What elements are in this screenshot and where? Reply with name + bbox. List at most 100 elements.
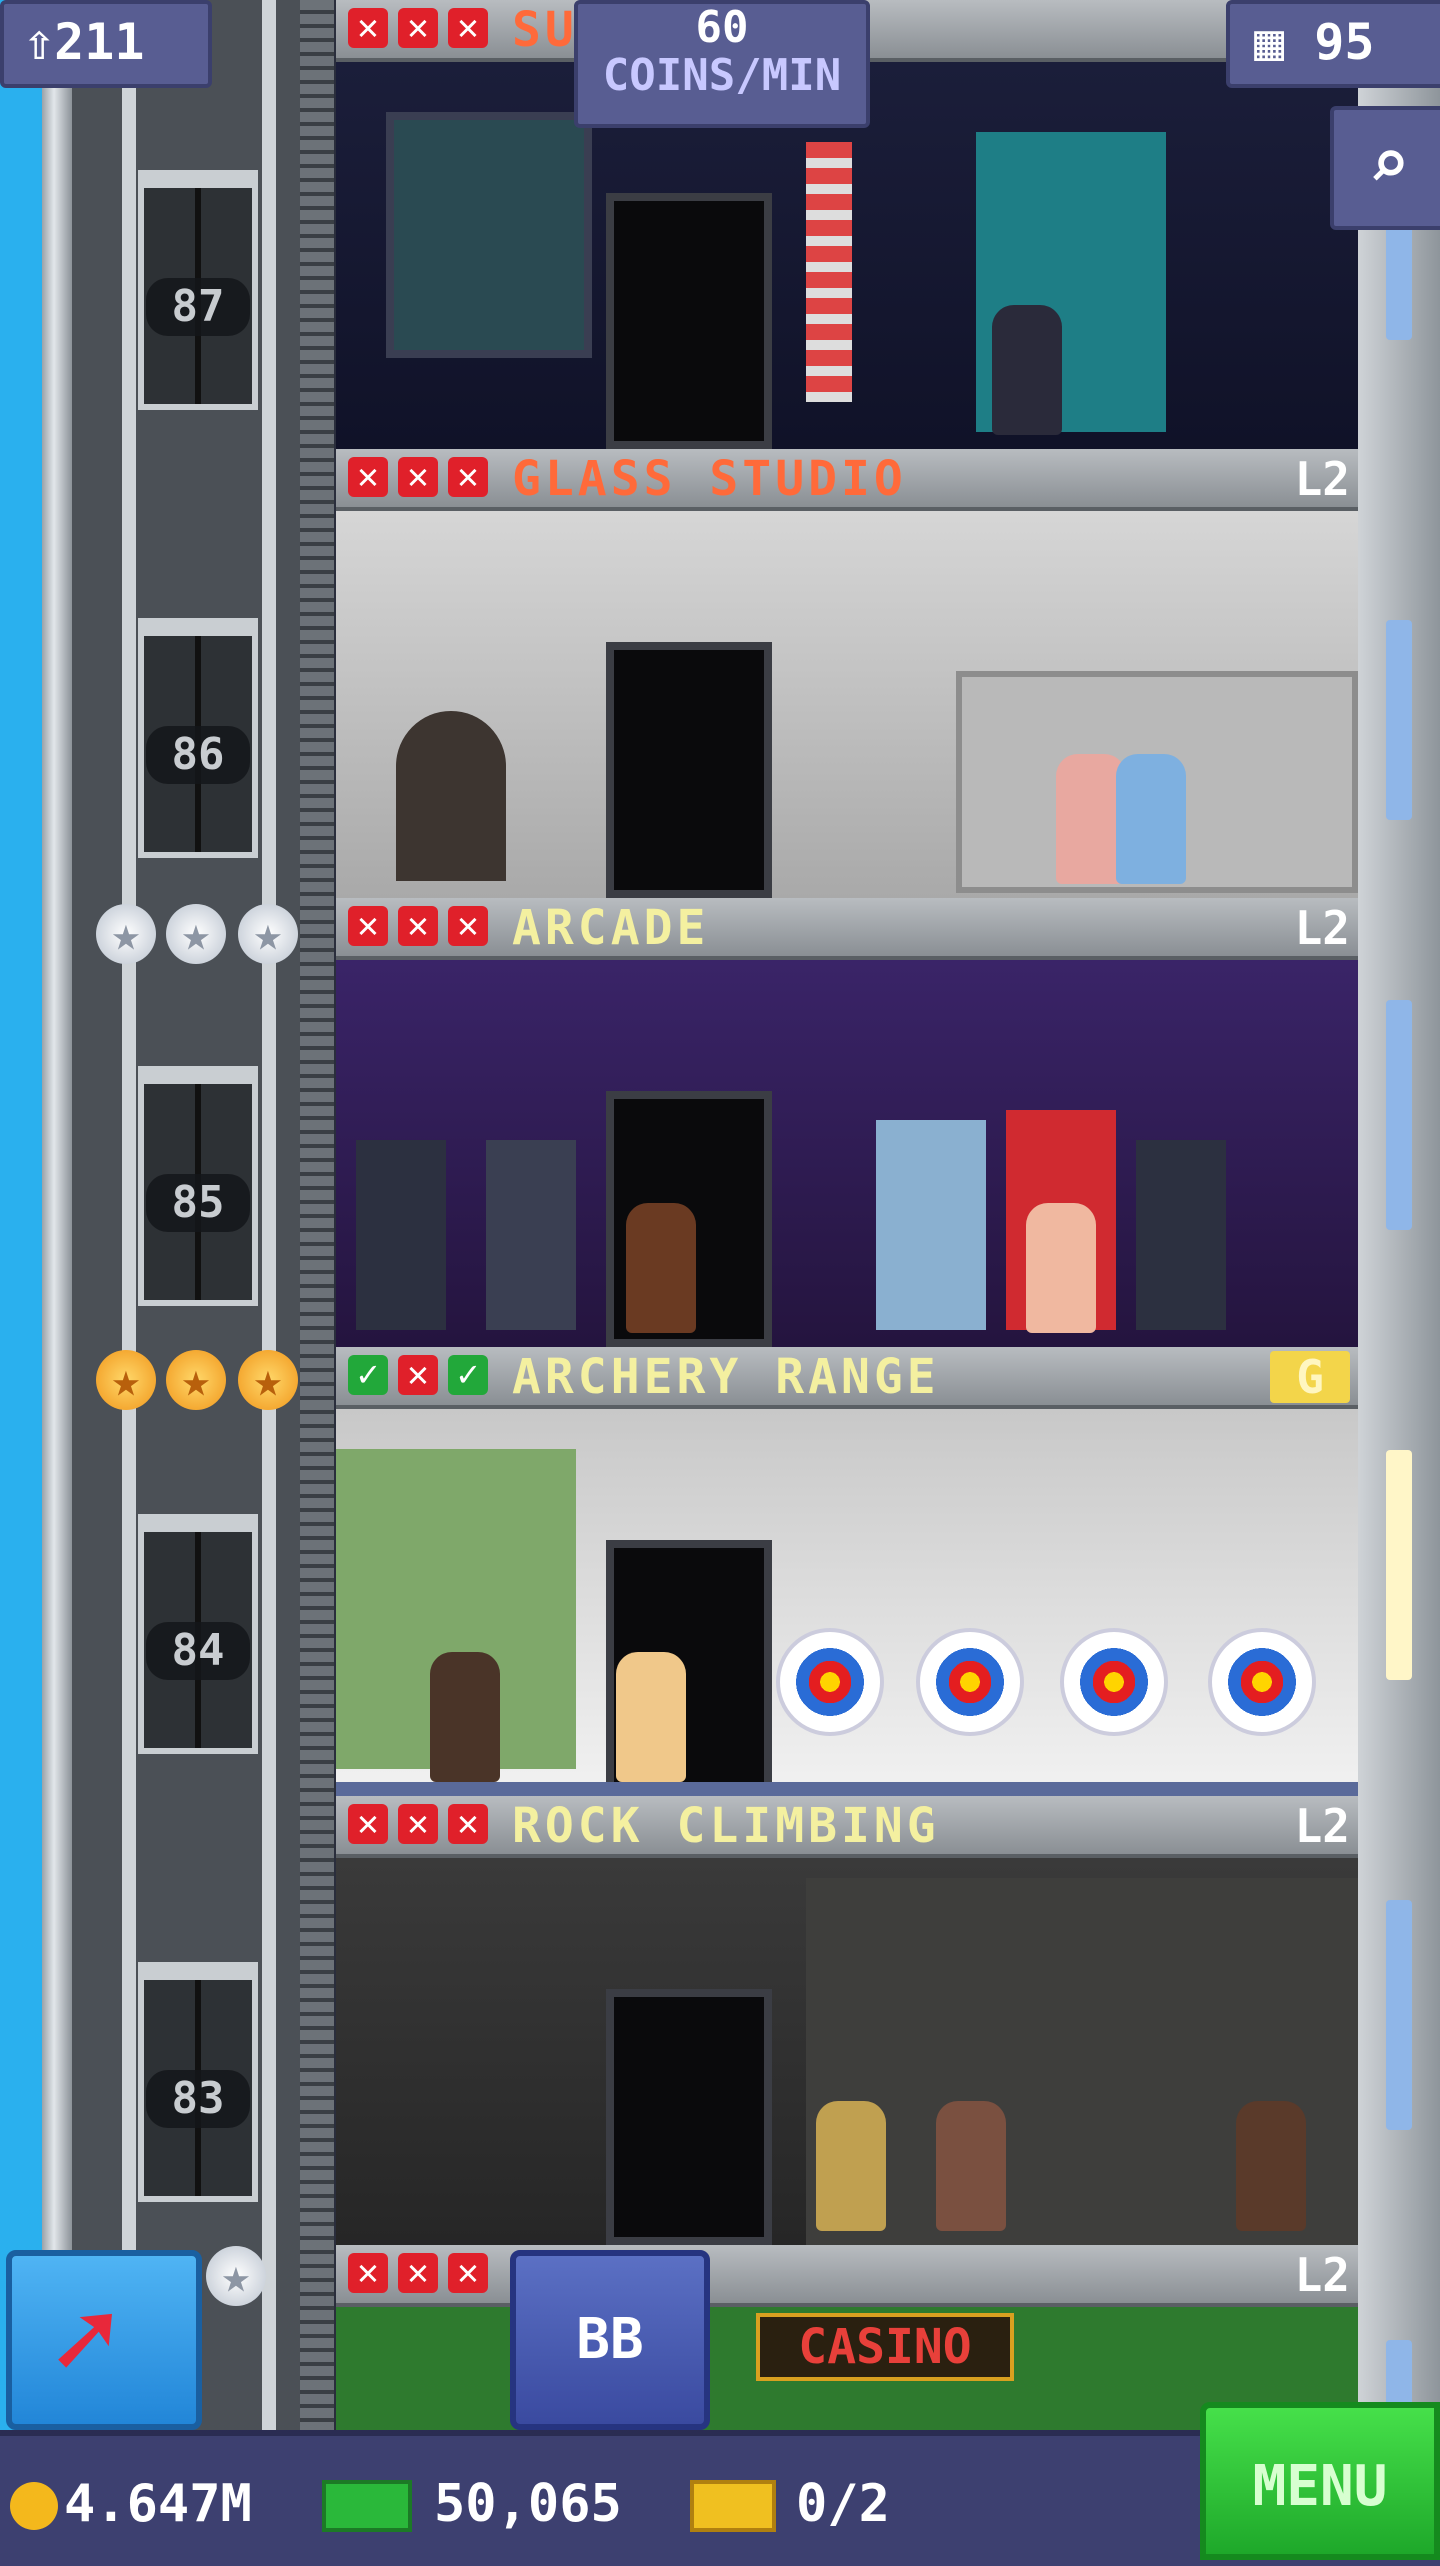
search-button[interactable]: ⌕ [1330, 106, 1440, 230]
cross-icon: ✕ [348, 1804, 388, 1844]
cross-icon: ✕ [398, 1355, 438, 1395]
cross-icon: ✕ [448, 457, 488, 497]
cross-icon: ✕ [448, 2253, 488, 2293]
shaft-cable [262, 0, 276, 2560]
room-door [606, 1989, 772, 2245]
building-frame [42, 0, 72, 2560]
cross-icon: ✕ [348, 8, 388, 48]
floor-counter[interactable]: ▦ 95 [1226, 0, 1440, 88]
room-interior [336, 1858, 1358, 2245]
archery-target-icon [916, 1628, 1024, 1736]
floor-name: ARCHERY RANGE [512, 1349, 940, 1405]
tenant-person[interactable] [816, 2101, 886, 2231]
tenant-person[interactable] [1026, 1203, 1096, 1333]
room-interior [336, 960, 1358, 1347]
floor-edge [336, 1782, 1358, 1796]
claw-machine [876, 1120, 986, 1330]
room-interior [336, 511, 1358, 898]
menu-button[interactable]: MENU [1200, 2402, 1440, 2560]
gold-star-icon: ★ [96, 1350, 156, 1410]
tenant-person[interactable] [992, 305, 1062, 435]
arcade-cabinet [356, 1140, 446, 1330]
check-icon: ✓ [448, 1355, 488, 1395]
arcade-cabinet [486, 1140, 576, 1330]
room-door [606, 642, 772, 898]
bux-value[interactable]: 50,065 [434, 2474, 622, 2534]
build-floor-button[interactable]: ➚ [6, 2250, 202, 2430]
dna-tube [806, 142, 852, 402]
casino-sign: CASINO [756, 2313, 1014, 2381]
tenant-person[interactable] [936, 2101, 1006, 2231]
room-door [606, 193, 772, 449]
floor-arcade[interactable]: ✕ ✕ ✕ ARCADE L2 [336, 898, 1358, 1347]
floor-title-bar: ✕ ✕ ✕ ARCADE L2 [336, 898, 1358, 960]
floor-title-bar: ✕ ✕ ✕ ROCK CLIMBING L2 [336, 1796, 1358, 1858]
floor-glass-studio[interactable]: ✕ ✕ ✕ GLASS STUDIO L2 [336, 449, 1358, 898]
floor-level: L2 [1294, 1799, 1350, 1853]
person-icon: ⇧ [24, 13, 55, 71]
tenant-person[interactable] [616, 1652, 686, 1782]
floor-level: L2 [1294, 452, 1350, 506]
tenant-person[interactable] [1236, 2101, 1306, 2231]
building-icon: ▦ [1254, 13, 1285, 71]
cross-icon: ✕ [448, 906, 488, 946]
floor-level: L2 [1294, 2248, 1350, 2302]
silver-star-icon: ★ [96, 904, 156, 964]
tenant-person[interactable] [1116, 754, 1186, 884]
silver-star-icon: ★ [238, 904, 298, 964]
magnifier-icon: ⌕ [1367, 123, 1411, 205]
silver-star-icon: ★ [206, 2246, 266, 2306]
coins-rate-unit: COINS/MIN [602, 50, 842, 101]
archery-target-icon [1060, 1628, 1168, 1736]
floor-number: 83 [146, 2070, 250, 2128]
floor-number: 87 [146, 278, 250, 336]
cross-icon: ✕ [448, 8, 488, 48]
cross-icon: ✕ [398, 906, 438, 946]
bux-icon [322, 2480, 412, 2532]
cross-icon: ✕ [348, 457, 388, 497]
floor-title-bar: ✕ ✕ ✕ D L2 [336, 2245, 1358, 2307]
cross-icon: ✕ [348, 2253, 388, 2293]
gold-star-icon: ★ [238, 1350, 298, 1410]
arrow-up-right-icon: ➚ [52, 2276, 119, 2404]
floor-name: ARCADE [512, 900, 710, 956]
floor-number: 84 [146, 1622, 250, 1680]
floor-name: ROCK CLIMBING [512, 1798, 940, 1854]
cross-icon: ✕ [398, 457, 438, 497]
bitbook-button[interactable]: BB [510, 2250, 710, 2430]
floor-level: L2 [1294, 901, 1350, 955]
golden-level-badge[interactable]: G [1270, 1351, 1350, 1403]
floor-title-bar: ✕ ✕ ✕ GLASS STUDIO L2 [336, 449, 1358, 511]
room-interior [336, 1409, 1358, 1796]
cross-icon: ✕ [398, 2253, 438, 2293]
kiln [396, 711, 506, 881]
floor-number: 85 [146, 1174, 250, 1232]
ticket-icon [690, 2480, 776, 2532]
gold-star-icon: ★ [166, 1350, 226, 1410]
tenant-person[interactable] [430, 1652, 500, 1782]
shaft-cable [122, 0, 136, 2560]
check-icon: ✓ [348, 1355, 388, 1395]
exterior-wall [1358, 0, 1440, 2560]
archery-target-icon [776, 1628, 884, 1736]
sky [0, 0, 42, 2560]
silver-star-icon: ★ [166, 904, 226, 964]
coins-rate-value: 60 [695, 2, 749, 53]
cross-icon: ✕ [448, 1804, 488, 1844]
floor-rock-climbing[interactable]: ✕ ✕ ✕ ROCK CLIMBING L2 [336, 1796, 1358, 2245]
cross-icon: ✕ [398, 8, 438, 48]
cross-icon: ✕ [348, 906, 388, 946]
population-counter[interactable]: ⇧211 [0, 0, 212, 88]
archery-target-icon [1208, 1628, 1316, 1736]
floor-archery-range[interactable]: ✓ ✕ ✓ ARCHERY RANGE G [336, 1347, 1358, 1796]
tickets-value[interactable]: 0/2 [796, 2474, 890, 2534]
coin-icon [10, 2482, 58, 2530]
cross-icon: ✕ [398, 1804, 438, 1844]
floor-number: 86 [146, 726, 250, 784]
floor-title-bar: ✓ ✕ ✓ ARCHERY RANGE G [336, 1347, 1358, 1409]
shaft-rail [300, 0, 334, 2560]
coins-value[interactable]: 4.647M [64, 2474, 252, 2534]
xray-poster [386, 112, 592, 358]
coins-rate-panel: 60 COINS/MIN [574, 0, 870, 128]
tenant-person[interactable] [626, 1203, 696, 1333]
